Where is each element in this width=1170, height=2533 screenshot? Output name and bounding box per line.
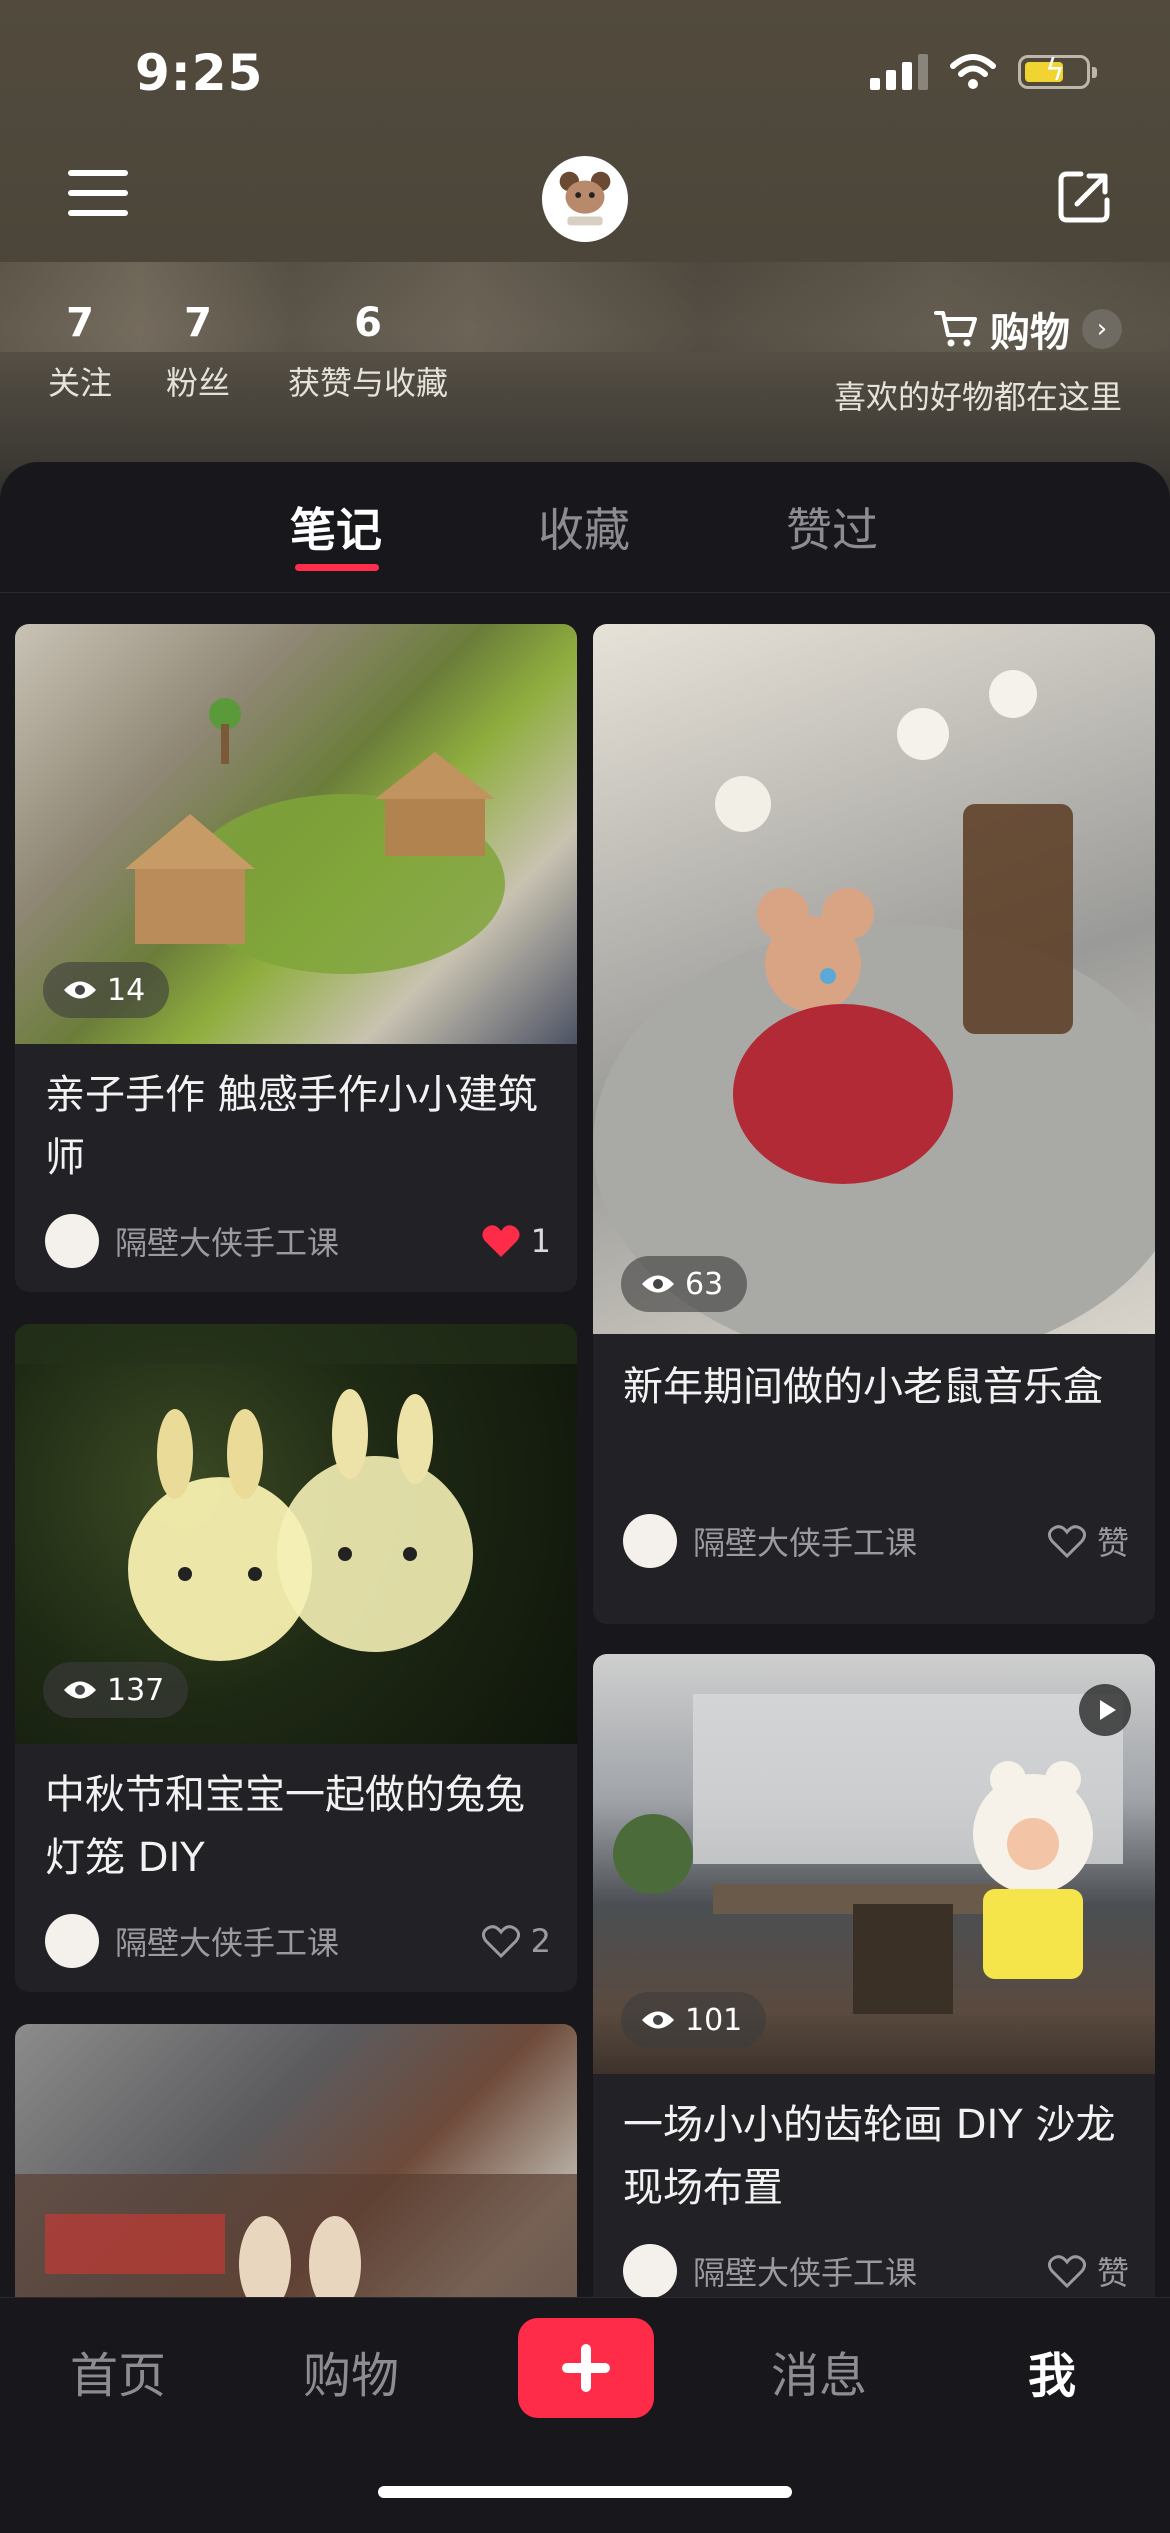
eye-icon xyxy=(642,1275,674,1293)
stat-likes-collections[interactable]: 6 获赞与收藏 xyxy=(280,300,456,404)
stat-following[interactable]: 7 关注 xyxy=(40,300,120,404)
like-button[interactable]: 赞 xyxy=(1047,1518,1129,1564)
note-card[interactable]: 101 一场小小的齿轮画 DIY 沙龙现场布置 隔壁大侠手工课 赞 xyxy=(593,1654,1155,2297)
view-count: 137 xyxy=(43,1662,189,1718)
status-time: 9:25 xyxy=(135,44,264,102)
menu-icon xyxy=(68,170,128,176)
view-count: 14 xyxy=(43,962,170,1018)
author-name[interactable]: 隔壁大侠手工课 xyxy=(115,1918,481,1964)
note-meta: 隔壁大侠手工课 赞 xyxy=(623,2244,1129,2297)
home-indicator xyxy=(378,2486,792,2498)
stat-value: 7 xyxy=(184,300,212,346)
author-name[interactable]: 隔壁大侠手工课 xyxy=(115,1218,481,1264)
view-count-value: 63 xyxy=(685,1266,724,1302)
note-title: 中秋节和宝宝一起做的兔兔灯笼 DIY xyxy=(45,1772,525,1881)
author-name[interactable]: 隔壁大侠手工课 xyxy=(693,2248,1047,2294)
tab-liked[interactable]: 赞过 xyxy=(786,494,878,560)
chevron-right-icon: › xyxy=(1082,309,1122,349)
author-avatar[interactable] xyxy=(623,2244,677,2297)
active-tab-indicator xyxy=(295,564,379,571)
heart-outline-icon xyxy=(1047,2255,1087,2289)
note-title: 一场小小的齿轮画 DIY 沙龙现场布置 xyxy=(623,2102,1116,2211)
plus-icon xyxy=(562,2344,610,2392)
note-title: 新年期间做的小老鼠音乐盒 xyxy=(623,1364,1103,1410)
note-card[interactable]: 63 新年期间做的小老鼠音乐盒 隔壁大侠手工课 赞 xyxy=(593,624,1155,1624)
like-count: 赞 xyxy=(1096,1524,1129,1562)
note-cover-image xyxy=(593,624,1155,1364)
heart-icon xyxy=(482,1225,520,1257)
bottom-nav: 首页 购物 消息 我 xyxy=(0,2297,1170,2533)
eye-icon xyxy=(64,981,96,999)
like-button[interactable]: 1 xyxy=(481,1222,551,1260)
note-cover-image xyxy=(15,2024,577,2297)
avatar-illustration xyxy=(546,160,624,238)
author-avatar[interactable] xyxy=(45,1214,99,1268)
status-icons: ϟ xyxy=(870,54,1097,90)
wifi-icon xyxy=(950,54,996,89)
view-count-value: 137 xyxy=(107,1672,165,1708)
view-count: 63 xyxy=(621,1256,748,1312)
nav-me[interactable]: 我 xyxy=(1028,2336,1076,2406)
nav-shopping[interactable]: 购物 xyxy=(303,2336,399,2406)
note-meta: 隔壁大侠手工课 1 xyxy=(45,1214,551,1268)
tab-notes[interactable]: 笔记 xyxy=(290,494,382,560)
nav-messages[interactable]: 消息 xyxy=(771,2336,867,2406)
eye-icon xyxy=(64,1681,96,1699)
stat-label: 获赞与收藏 xyxy=(287,364,448,402)
like-button[interactable]: 2 xyxy=(481,1922,551,1960)
stat-followers[interactable]: 7 粉丝 xyxy=(158,300,238,404)
stat-value: 6 xyxy=(354,300,382,346)
heart-outline-icon xyxy=(481,1925,520,1959)
note-card[interactable] xyxy=(15,2024,577,2297)
shop-subtitle: 喜欢的好物都在这里 xyxy=(833,378,1122,416)
author-name[interactable]: 隔壁大侠手工课 xyxy=(693,1518,1047,1564)
author-avatar[interactable] xyxy=(45,1914,99,1968)
tab-collections[interactable]: 收藏 xyxy=(538,494,630,560)
view-count-value: 101 xyxy=(685,2002,743,2038)
heart-outline-icon xyxy=(1047,1525,1087,1559)
menu-button[interactable] xyxy=(68,170,128,220)
battery-icon: ϟ xyxy=(1018,54,1097,89)
signal-icon xyxy=(870,54,928,90)
view-count-value: 14 xyxy=(107,972,146,1008)
note-card[interactable]: 14 亲子手作 触感手作小小建筑师 隔壁大侠手工课 1 xyxy=(15,624,577,1292)
cart-icon xyxy=(934,311,977,347)
note-meta: 隔壁大侠手工课 2 xyxy=(45,1914,551,1968)
author-avatar[interactable] xyxy=(623,1514,677,1568)
play-icon[interactable] xyxy=(1079,1684,1131,1736)
note-title: 亲子手作 触感手作小小建筑师 xyxy=(45,1072,538,1181)
eye-icon xyxy=(642,2011,674,2029)
stat-label: 关注 xyxy=(47,364,112,402)
share-icon[interactable] xyxy=(1055,168,1113,226)
like-button[interactable]: 赞 xyxy=(1047,2248,1129,2294)
stat-value: 7 xyxy=(66,300,94,346)
note-card[interactable]: 137 中秋节和宝宝一起做的兔兔灯笼 DIY 隔壁大侠手工课 2 xyxy=(15,1324,577,1992)
nav-home[interactable]: 首页 xyxy=(70,2336,166,2406)
cover-illustration xyxy=(593,670,1155,1364)
shop-entry[interactable]: 购物 › 喜欢的好物都在这里 xyxy=(834,300,1122,418)
like-count: 2 xyxy=(530,1922,551,1960)
stat-label: 粉丝 xyxy=(165,364,230,402)
like-count: 1 xyxy=(530,1222,551,1260)
content-panel: 笔记 收藏 赞过 14 亲子手作 触感手作小小建筑师 隔壁大侠手工课 1 63 … xyxy=(0,462,1170,2297)
like-count: 赞 xyxy=(1096,2254,1129,2292)
view-count: 101 xyxy=(621,1992,767,2048)
profile-avatar[interactable] xyxy=(542,156,628,242)
note-meta: 隔壁大侠手工课 赞 xyxy=(623,1514,1129,1568)
cover-illustration xyxy=(15,2174,577,2297)
create-note-button[interactable] xyxy=(518,2318,654,2418)
shop-label: 购物 xyxy=(990,310,1070,356)
profile-tabs: 笔记 收藏 赞过 xyxy=(0,462,1170,593)
